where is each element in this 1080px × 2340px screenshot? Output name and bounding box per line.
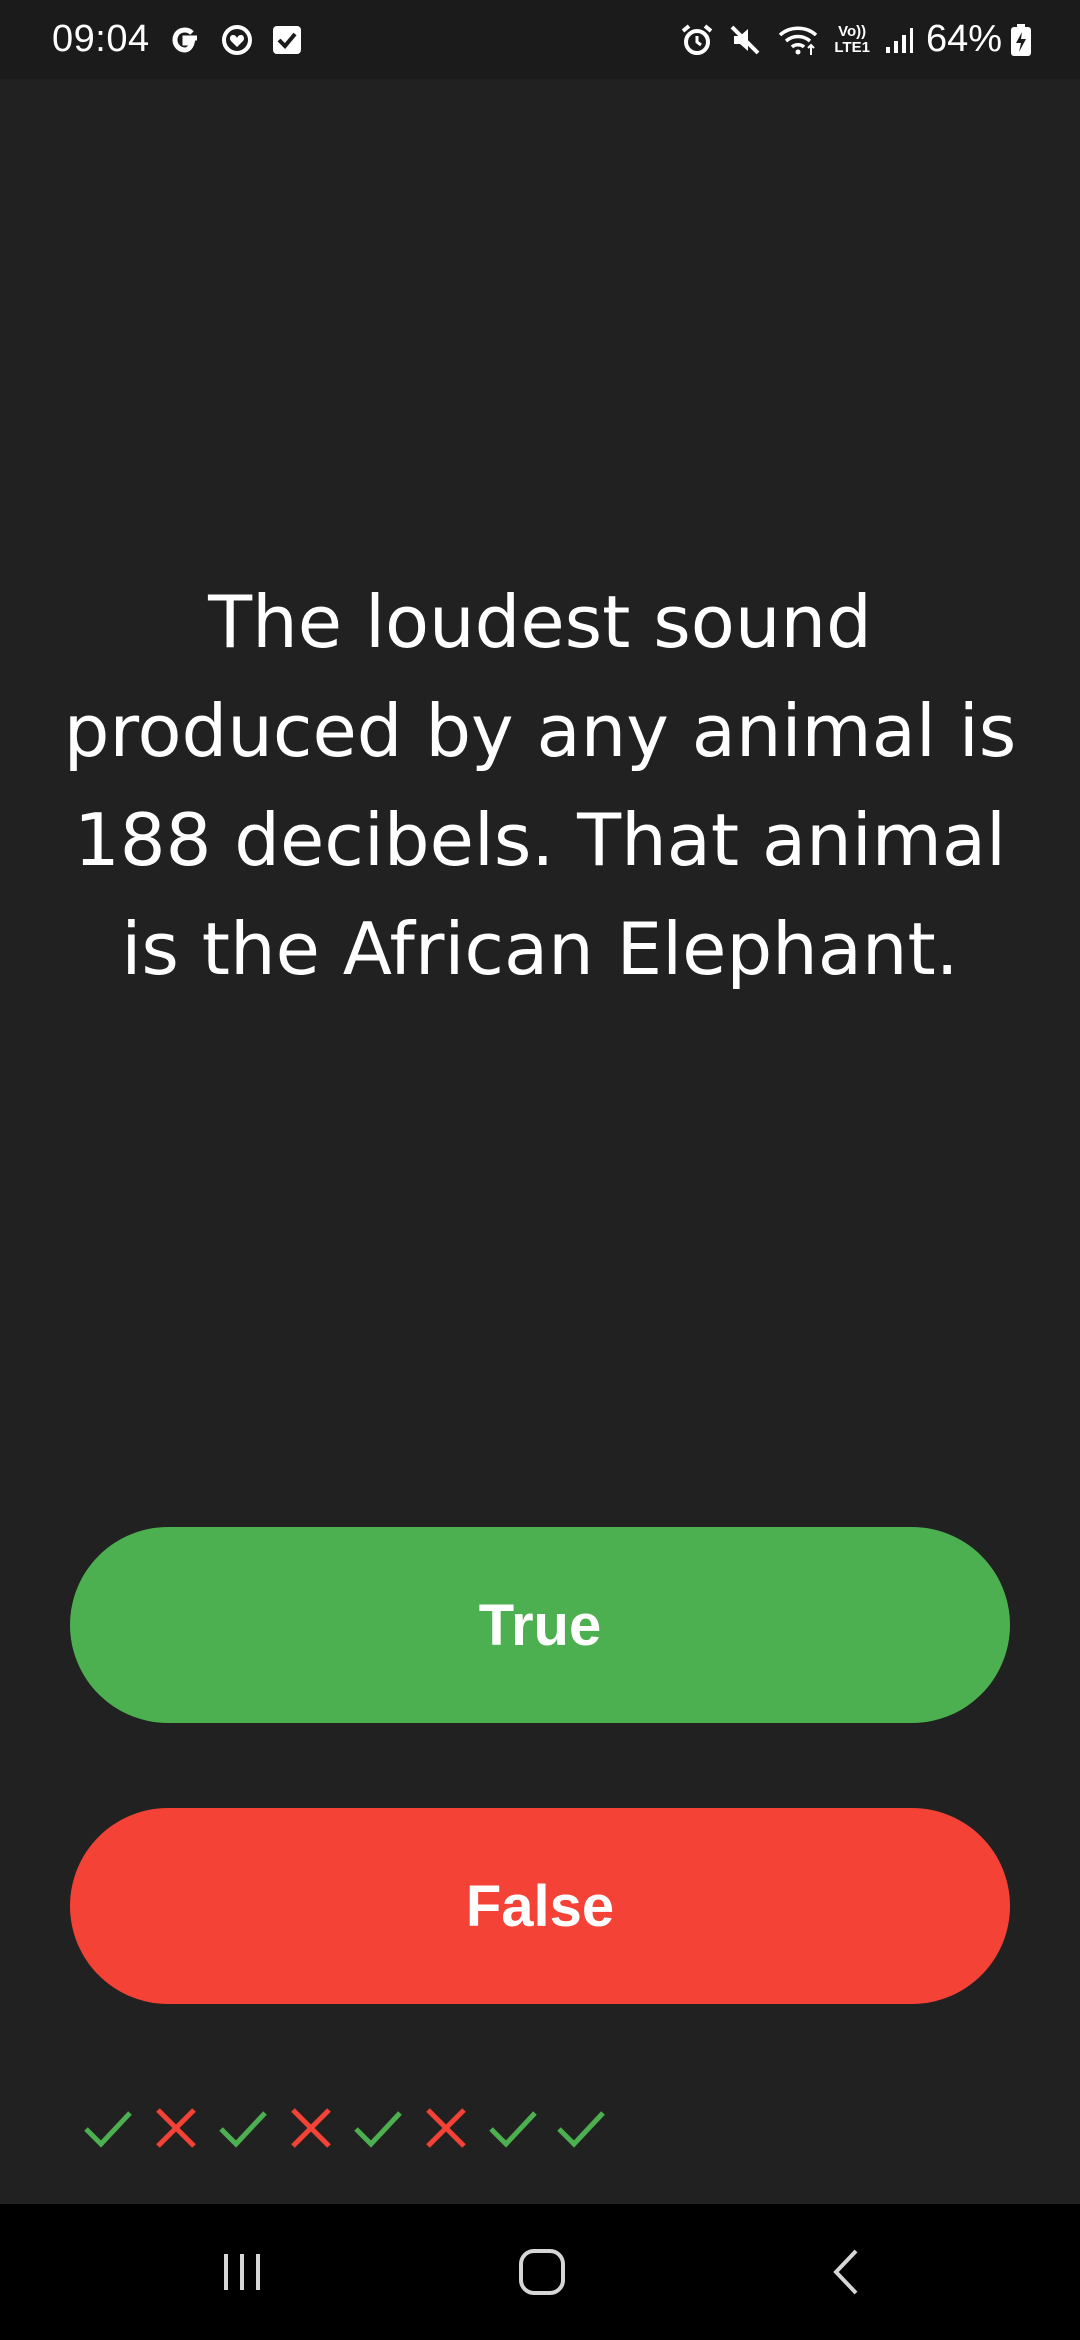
question-text: The loudest sound produced by any animal… (63, 580, 1017, 991)
correct-mark-icon (215, 2100, 271, 2156)
wrong-mark-icon (418, 2100, 474, 2156)
status-bar-left: 09:04 (52, 0, 302, 79)
wrong-mark-icon (148, 2100, 204, 2156)
back-icon (833, 2249, 858, 2295)
mute-icon (728, 23, 762, 57)
home-icon (519, 2249, 565, 2295)
true-button[interactable]: True (70, 1527, 1010, 1723)
volte-icon: Vo)) LTE1 (834, 22, 870, 56)
status-bar-right: Vo)) LTE1 64% (666, 0, 1032, 79)
correct-mark-icon (485, 2100, 541, 2156)
status-bar: 09:04 Vo)) LTE1 64% (0, 0, 1080, 79)
recents-button[interactable] (162, 2204, 322, 2340)
alarm-icon (680, 23, 714, 57)
google-g-icon (168, 23, 202, 57)
sync-heart-icon (220, 23, 254, 57)
navigation-bar (0, 2204, 1080, 2340)
battery-charging-icon (1010, 23, 1032, 57)
recents-icon (224, 2254, 260, 2290)
battery-percent: 64% (925, 18, 1002, 60)
wifi-icon (776, 23, 820, 57)
back-button[interactable] (768, 2204, 928, 2340)
volte-top-label: Vo)) (838, 22, 867, 40)
clock: 09:04 (52, 18, 150, 60)
checkbox-icon (272, 25, 302, 55)
false-button[interactable]: False (70, 1808, 1010, 2004)
volte-bottom-label: LTE1 (834, 38, 870, 56)
correct-mark-icon (350, 2100, 406, 2156)
home-button[interactable] (462, 2204, 622, 2340)
correct-mark-icon (80, 2100, 136, 2156)
wrong-mark-icon (283, 2100, 339, 2156)
correct-mark-icon (553, 2100, 609, 2156)
answer-history (80, 2100, 620, 2156)
signal-icon (884, 25, 914, 55)
